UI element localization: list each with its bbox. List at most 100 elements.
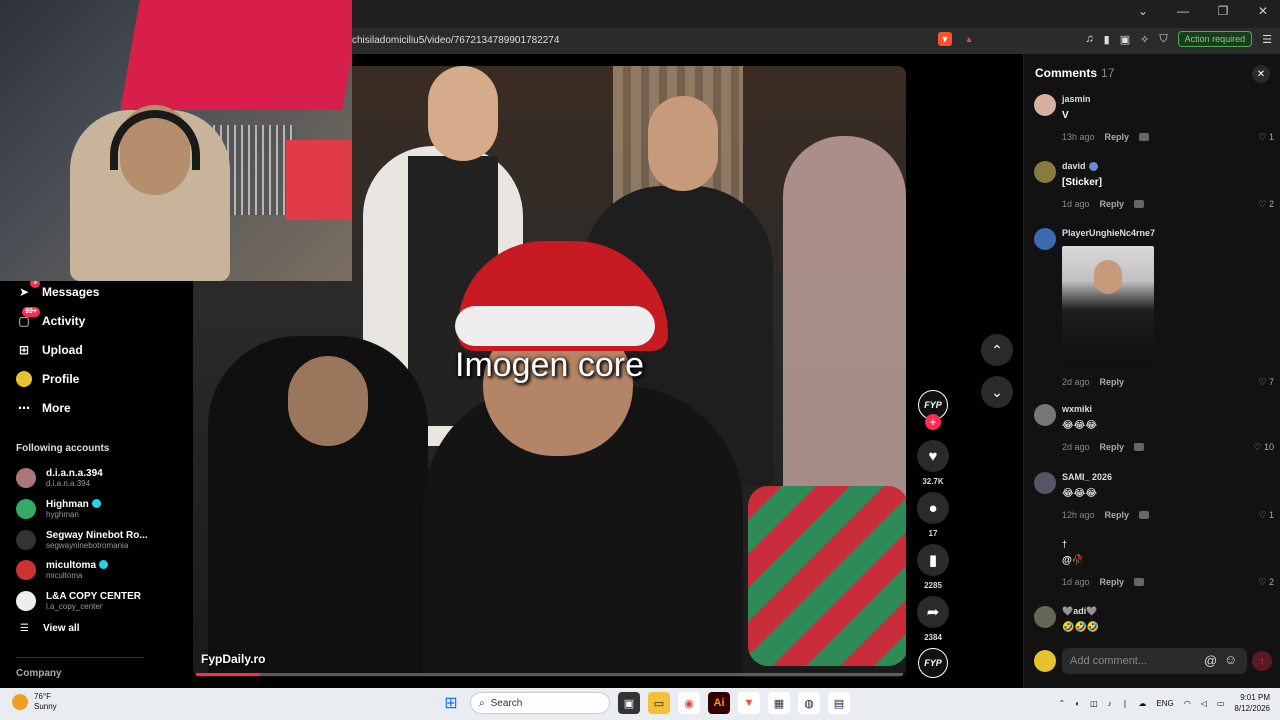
reply-button[interactable]: Reply (1100, 577, 1125, 587)
avatar[interactable] (1034, 606, 1056, 628)
comment-user[interactable]: jasmin (1062, 94, 1091, 104)
comment-image[interactable] (1062, 246, 1154, 362)
previous-video-button[interactable]: ⌃ (981, 334, 1013, 366)
following-account[interactable]: Highman hyghman (16, 496, 101, 522)
heart-outline-icon: ♡ (1253, 442, 1262, 452)
app-icon[interactable]: ▦ (768, 692, 790, 714)
action-required-button[interactable]: Action required (1177, 31, 1253, 47)
reply-button[interactable]: Reply (1105, 510, 1130, 520)
following-account[interactable]: d.i.a.n.a.394 d.i.a.n.a.394 (16, 465, 103, 491)
comment-like-count: 2 (1268, 577, 1274, 587)
company-link[interactable]: Company (16, 668, 62, 679)
avatar[interactable] (1034, 228, 1056, 250)
heart-outline-icon: ♡ (1258, 577, 1267, 587)
chevron-up-icon[interactable]: ⌃ (1059, 699, 1066, 708)
comment-button[interactable]: ● (917, 492, 949, 524)
sidebar-icon[interactable]: ▮ (1104, 33, 1110, 46)
comments-title: Comments (1035, 66, 1098, 80)
comment-user[interactable]: SAMI_ 2026 (1062, 472, 1112, 482)
sticker-icon[interactable] (1139, 133, 1150, 141)
tray-volume-icon[interactable]: ♪ (1108, 699, 1112, 708)
brave-shield-icon[interactable]: ▼ (938, 32, 952, 46)
comment-like[interactable]: ♡ 1 (1258, 132, 1274, 143)
nav-item-more[interactable]: ⋯ More (16, 397, 71, 419)
reply-button[interactable]: Reply (1105, 132, 1130, 142)
close-comments-button[interactable]: ✕ (1252, 65, 1270, 83)
video-progress-bar[interactable] (196, 673, 903, 676)
share-button[interactable]: ➦ (917, 596, 949, 628)
close-window-button[interactable]: ✕ (1254, 4, 1272, 18)
chrome-icon[interactable]: ◉ (678, 692, 700, 714)
sticker-icon[interactable] (1134, 578, 1145, 586)
avatar[interactable] (1034, 161, 1056, 183)
following-account[interactable]: Segway Ninebot Ro... segwayninebotromani… (16, 527, 148, 553)
save-button[interactable]: ▮ (917, 544, 949, 576)
nav-label: Activity (42, 314, 86, 328)
next-video-button[interactable]: ⌄ (981, 376, 1013, 408)
avatar[interactable] (1034, 404, 1056, 426)
avatar[interactable] (1034, 94, 1056, 116)
following-account[interactable]: L&A COPY CENTER l.a_copy_center (16, 588, 141, 614)
comment-user[interactable]: david (1062, 161, 1098, 172)
comment-user[interactable]: PlayerUnghieNc4rne7 (1062, 228, 1155, 238)
avatar[interactable] (1034, 539, 1056, 561)
menu-icon[interactable]: ☰ (1262, 33, 1272, 46)
comment-user[interactable]: 🩶adi🩶 (1062, 606, 1097, 617)
language-indicator[interactable]: ENG (1156, 699, 1173, 708)
comment-like[interactable]: ♡ 10 (1253, 442, 1274, 453)
wifi-icon[interactable]: ◠ (1184, 699, 1191, 708)
sticker-icon[interactable] (1134, 443, 1145, 451)
comment-input[interactable] (1062, 648, 1247, 674)
nav-item-upload[interactable]: ⊞ Upload (16, 339, 83, 361)
reply-button[interactable]: Reply (1100, 377, 1125, 387)
leo-ai-icon[interactable]: ✧ (1140, 33, 1149, 46)
comment-user[interactable]: wxmiki (1062, 404, 1092, 414)
file-explorer-icon[interactable]: ▭ (648, 692, 670, 714)
comment-like[interactable]: ♡ 2 (1258, 577, 1274, 588)
tray-cloud-icon[interactable]: ☁ (1138, 699, 1146, 708)
clock[interactable]: 9:01 PM 8/12/2026 (1234, 692, 1270, 714)
illustrator-icon[interactable]: Ai (708, 692, 730, 714)
media-icon[interactable]: ♫ (1085, 33, 1093, 45)
taskbar-search[interactable]: ⌕ Search (470, 692, 610, 714)
emoji-icon[interactable]: ☺ (1224, 652, 1237, 667)
like-button[interactable]: ♥ (917, 440, 949, 472)
comment-like[interactable]: ♡ 1 (1258, 510, 1274, 521)
app-window-icon[interactable]: ▤ (828, 692, 850, 714)
comment-user[interactable]: † (1062, 539, 1067, 549)
reply-button[interactable]: Reply (1100, 442, 1125, 452)
restore-button[interactable]: ❐ (1214, 4, 1232, 18)
nav-item-profile[interactable]: Profile (16, 368, 79, 390)
task-view-icon[interactable]: ▣ (618, 692, 640, 714)
wallet-icon[interactable]: ▣ (1120, 33, 1130, 46)
sound-disc[interactable]: FYP (918, 648, 948, 678)
battery-icon[interactable]: ▭ (1217, 699, 1225, 708)
santa-hat-rim (455, 306, 655, 346)
minimize-button[interactable]: — (1174, 4, 1192, 18)
nav-item-messages[interactable]: ➤ 3 Messages (16, 278, 99, 303)
view-all-link[interactable]: ☰ View all (20, 623, 79, 634)
comment-like[interactable]: ♡ 7 (1258, 377, 1274, 388)
sticker-icon[interactable] (1134, 200, 1145, 208)
comment-like[interactable]: ♡ 2 (1258, 199, 1274, 210)
avatar[interactable] (1034, 472, 1056, 494)
tray-network-icon[interactable]: ◫ (1090, 699, 1098, 708)
send-comment-button[interactable]: ↑ (1252, 651, 1272, 671)
vpn-icon[interactable]: ⛉ (1159, 33, 1167, 46)
speaker-icon[interactable]: ◁ (1201, 699, 1207, 708)
url-field[interactable]: chisiladomiciliu5/video/7672134789901782… (352, 32, 932, 50)
obs-icon[interactable]: ◍ (798, 692, 820, 714)
nav-item-activity[interactable]: ▢ 99+ Activity (16, 307, 86, 332)
sticker-icon[interactable] (1139, 511, 1150, 519)
tab-search-icon[interactable]: ⌄ (1134, 4, 1152, 18)
brave-icon[interactable]: ▼ (738, 692, 760, 714)
weather-widget[interactable]: 76°F Sunny (12, 692, 57, 712)
brave-rewards-icon[interactable]: ▲ (962, 32, 976, 46)
microphone-icon[interactable]: ❘ (1122, 699, 1129, 708)
following-account[interactable]: micultoma micultoma (16, 557, 109, 583)
reply-button[interactable]: Reply (1100, 199, 1125, 209)
tray-app-icon[interactable]: ◐ (1075, 699, 1080, 708)
windows-start-icon[interactable]: ⊞ (440, 692, 462, 714)
mention-icon[interactable]: @ (1204, 653, 1217, 668)
follow-plus-icon[interactable]: + (925, 414, 941, 430)
